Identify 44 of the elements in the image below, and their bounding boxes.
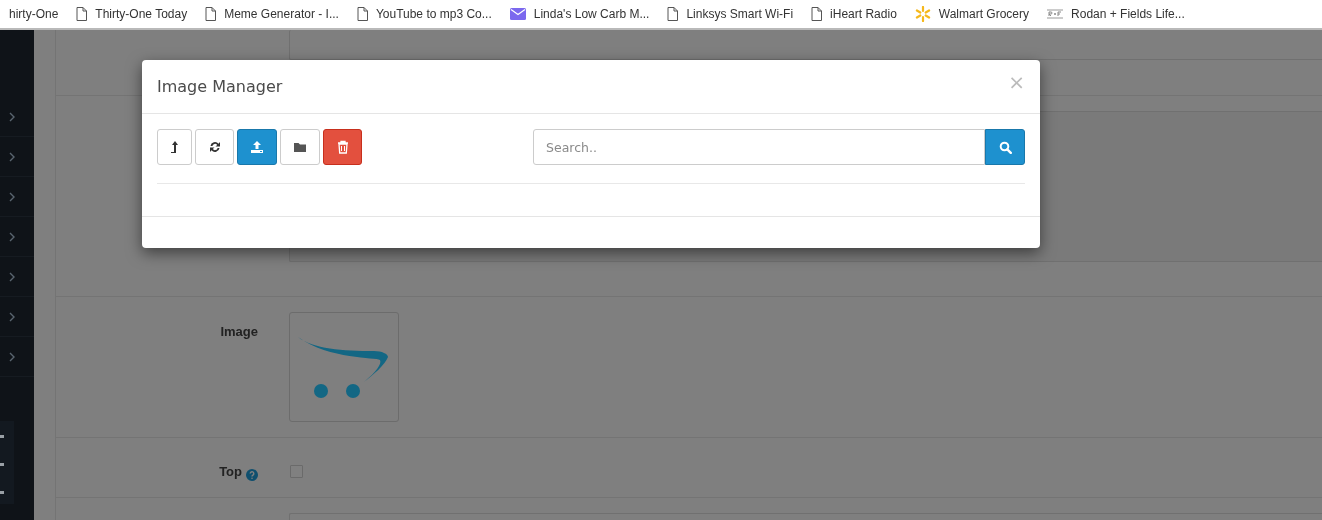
meter-mark bbox=[0, 463, 4, 466]
dialog-title: Image Manager bbox=[157, 77, 283, 96]
image-thumbnail[interactable] bbox=[289, 312, 399, 422]
search-field[interactable]: Search.. bbox=[533, 129, 985, 165]
page-icon bbox=[667, 7, 679, 21]
level-up-button[interactable] bbox=[157, 129, 192, 165]
chevron-icon bbox=[9, 231, 15, 242]
bookmark-link[interactable]: Thirty-One Today bbox=[67, 2, 197, 26]
bookmark-link[interactable]: hirty-One bbox=[0, 2, 68, 26]
chevron-icon bbox=[9, 311, 15, 322]
refresh-icon bbox=[207, 140, 222, 154]
upload-icon bbox=[250, 140, 264, 154]
bookmark-link[interactable]: Linda's Low Carb M... bbox=[500, 2, 659, 26]
page-icon bbox=[811, 7, 823, 21]
meter-mark bbox=[0, 435, 4, 438]
bookmark-link[interactable]: Meme Generator - I... bbox=[196, 2, 348, 26]
bookmark-link[interactable]: Walmart Grocery bbox=[905, 2, 1039, 26]
chevron-icon bbox=[9, 191, 15, 202]
trash-icon bbox=[335, 140, 350, 154]
bookmark-link[interactable]: YouTube to mp3 Co... bbox=[347, 2, 501, 26]
page-icon bbox=[205, 7, 217, 21]
chevron-icon bbox=[9, 351, 15, 362]
bookmark-link[interactable]: Rodan + Fields Life... bbox=[1038, 2, 1194, 26]
folder-button[interactable] bbox=[280, 129, 320, 165]
spark-icon bbox=[914, 6, 931, 22]
page-icon bbox=[356, 7, 368, 21]
search-button[interactable] bbox=[985, 129, 1025, 165]
search-icon bbox=[998, 140, 1012, 154]
field-label: Image bbox=[220, 324, 258, 339]
trash-button[interactable] bbox=[323, 129, 362, 165]
chevron-icon bbox=[9, 111, 15, 122]
chevron-icon bbox=[9, 151, 15, 162]
page-icon bbox=[76, 7, 88, 21]
logo-icon bbox=[1047, 9, 1064, 19]
envelope-icon bbox=[509, 8, 526, 20]
bookmark-link[interactable]: iHeart Radio bbox=[802, 2, 906, 26]
upload-button[interactable] bbox=[237, 129, 277, 165]
folder-icon bbox=[293, 140, 307, 154]
meter-mark bbox=[0, 491, 4, 494]
input-field[interactable] bbox=[289, 30, 1322, 60]
chevron-icon bbox=[9, 271, 15, 282]
refresh-button[interactable] bbox=[195, 129, 234, 165]
field-label: Top bbox=[219, 464, 242, 479]
bookmark-link[interactable]: Linksys Smart Wi-Fi bbox=[658, 2, 803, 26]
